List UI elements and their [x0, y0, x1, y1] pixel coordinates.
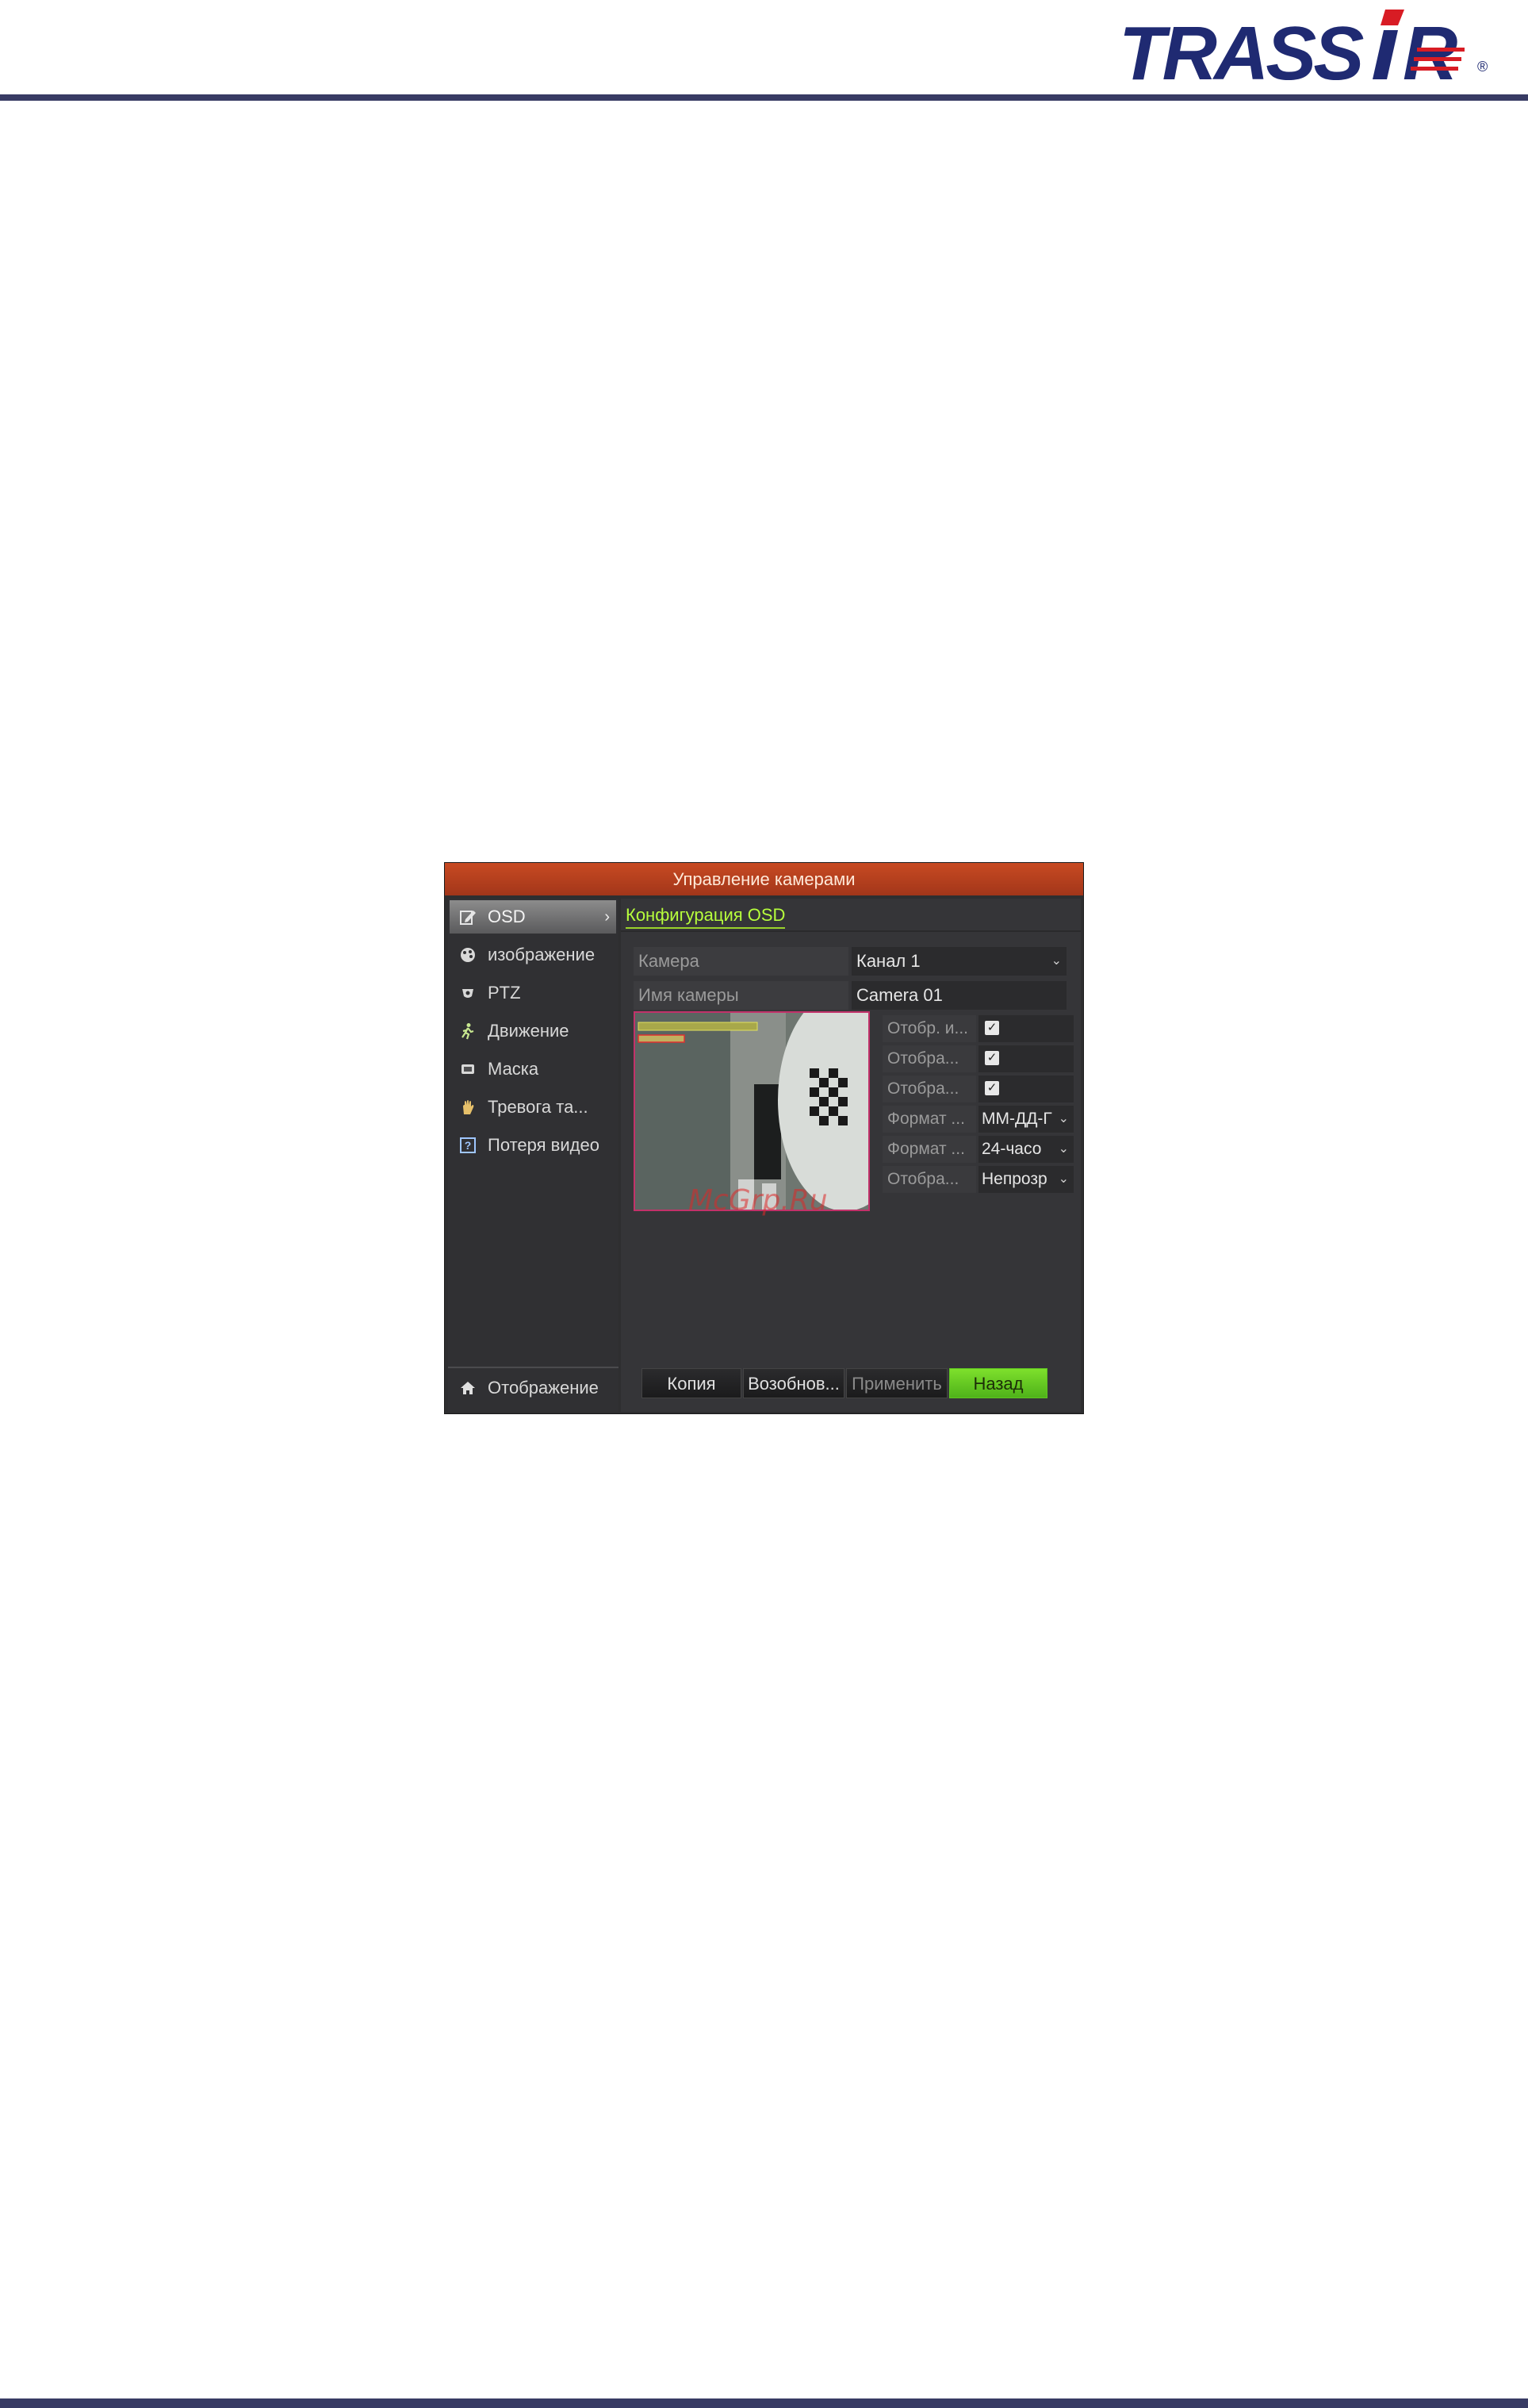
svg-text:TRASS: TRASS: [1119, 11, 1364, 90]
time-format-select[interactable]: 24-часо ⌄: [978, 1136, 1074, 1163]
sidebar-item-label: Маска: [488, 1059, 539, 1079]
home-icon: [461, 1382, 475, 1394]
edit-icon: [460, 911, 476, 925]
svg-text:?: ?: [465, 1139, 472, 1152]
window-title: Управление камерами: [445, 863, 1083, 895]
back-button[interactable]: Назад: [949, 1368, 1047, 1398]
sidebar-item-video-loss[interactable]: ? Потеря видео: [450, 1129, 616, 1162]
show-week-checkbox[interactable]: ✓: [985, 1081, 999, 1095]
sidebar-item-label: изображение: [488, 945, 595, 964]
sidebar-item-label: OSD: [488, 907, 526, 926]
footer-rule: [0, 2398, 1528, 2408]
sidebar-item-display[interactable]: Отображение: [450, 1371, 616, 1405]
option-label: Отобр. и...: [883, 1015, 976, 1042]
sidebar-item-tamper-alarm[interactable]: Тревога та...: [450, 1091, 616, 1124]
sidebar-item-label: PTZ: [488, 983, 521, 1003]
hand-icon: [463, 1100, 474, 1114]
chevron-right-icon: ›: [604, 908, 610, 926]
question-box-icon: ?: [460, 1137, 476, 1153]
sidebar-item-mask[interactable]: Маска: [450, 1053, 616, 1086]
option-label: Отобра...: [883, 1045, 976, 1072]
option-label: Формат ...: [883, 1136, 976, 1163]
chevron-down-icon: ⌄: [1058, 1142, 1069, 1156]
chevron-down-icon: ⌄: [1058, 1112, 1069, 1125]
chevron-down-icon: ⌄: [1058, 1172, 1069, 1186]
camera-row: Камера Канал 1 ⌄: [634, 947, 1067, 976]
chevron-down-icon: ⌄: [1051, 954, 1062, 968]
show-name-checkbox[interactable]: ✓: [985, 1021, 999, 1035]
trassir-logo: TRASS R ®: [1119, 10, 1488, 90]
camera-name-row: Имя камеры Camera 01: [634, 981, 1067, 1010]
sidebar: OSD › изображение PTZ Движение Маска Тре…: [448, 899, 618, 1412]
restore-button[interactable]: Возобнов...: [743, 1368, 844, 1398]
option-label: Отобра...: [883, 1166, 976, 1193]
watermark: McGrp.Ru: [688, 1184, 828, 1217]
date-format-select[interactable]: ММ-ДД-Г ⌄: [978, 1106, 1074, 1133]
palette-icon: [461, 948, 475, 962]
camera-name-label: Имя камеры: [634, 981, 848, 1010]
sidebar-item-ptz[interactable]: PTZ: [450, 976, 616, 1010]
osd-config-panel: Конфигурация OSD Камера Канал 1 ⌄ Имя ка…: [621, 899, 1081, 1412]
camera-preview[interactable]: [634, 1011, 870, 1211]
sidebar-divider: [448, 1367, 618, 1368]
sidebar-item-osd[interactable]: OSD ›: [450, 900, 616, 934]
mask-icon: [461, 1064, 474, 1074]
ptz-camera-icon: [462, 989, 473, 998]
preview-image: [635, 1013, 868, 1210]
sidebar-item-image[interactable]: изображение: [450, 938, 616, 972]
option-label: Отобра...: [883, 1076, 976, 1102]
show-date-checkbox[interactable]: ✓: [985, 1051, 999, 1065]
sidebar-item-motion[interactable]: Движение: [450, 1014, 616, 1048]
sidebar-footer-label: Отображение: [488, 1378, 599, 1398]
option-checkbox-cell: ✓: [978, 1076, 1074, 1102]
camera-management-window: Управление камерами OSD › изображение PT…: [444, 862, 1084, 1414]
option-label: Формат ...: [883, 1106, 976, 1133]
page-header: TRASS R ®: [0, 0, 1528, 103]
display-mode-select[interactable]: Непрозр ⌄: [978, 1166, 1074, 1193]
header-rule: [0, 94, 1528, 101]
option-checkbox-cell: ✓: [978, 1045, 1074, 1072]
camera-select[interactable]: Канал 1 ⌄: [852, 947, 1067, 976]
running-man-icon: [461, 1023, 474, 1040]
sidebar-item-label: Потеря видео: [488, 1135, 599, 1155]
camera-label: Камера: [634, 947, 848, 976]
apply-button[interactable]: Применить: [846, 1368, 948, 1398]
sidebar-item-label: Движение: [488, 1021, 569, 1041]
section-divider: [621, 930, 1081, 932]
svg-text:®: ®: [1477, 59, 1488, 75]
section-title: Конфигурация OSD: [626, 903, 786, 929]
option-checkbox-cell: ✓: [978, 1015, 1074, 1042]
sidebar-item-label: Тревога та...: [488, 1097, 588, 1117]
copy-button[interactable]: Копия: [641, 1368, 741, 1398]
camera-name-input[interactable]: Camera 01: [852, 981, 1067, 1010]
